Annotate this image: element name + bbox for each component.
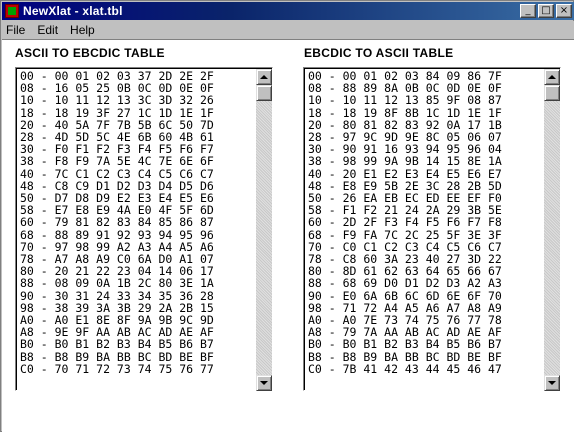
maximize-button[interactable]: □ bbox=[538, 4, 554, 18]
table-row[interactable]: 40 - 7C C1 C2 C3 C4 C5 C6 C7 bbox=[20, 167, 256, 179]
ascii-to-ebcdic-list[interactable]: 00 - 00 01 02 03 37 2D 2E 2F 08 - 16 05 2… bbox=[20, 70, 256, 390]
table-row[interactable]: 10 - 10 11 12 13 3C 3D 32 26 bbox=[20, 94, 256, 106]
table-row[interactable]: 18 - 18 19 8F 8B 1C 1D 1E 1F bbox=[308, 106, 544, 118]
table-row[interactable]: 38 - 98 99 9A 9B 14 15 8E 1A bbox=[308, 155, 544, 167]
ascii-to-ebcdic-title: ASCII TO EBCDIC TABLE bbox=[15, 46, 165, 60]
ebcdic-to-ascii-frame: 00 - 00 01 02 03 84 09 86 7F 08 - 88 89 8… bbox=[304, 68, 560, 391]
ebcdic-to-ascii-scrollbar[interactable] bbox=[544, 69, 560, 391]
scroll-down-button[interactable] bbox=[544, 375, 560, 391]
close-button[interactable]: × bbox=[556, 4, 572, 18]
arrow-down-icon bbox=[548, 381, 556, 385]
scroll-down-button[interactable] bbox=[256, 375, 272, 391]
app-window: NewXlat - xlat.tbl _ □ × File Edit Help … bbox=[0, 0, 574, 432]
ebcdic-to-ascii-title: EBCDIC TO ASCII TABLE bbox=[304, 46, 454, 60]
scroll-thumb[interactable] bbox=[256, 85, 272, 101]
table-row[interactable]: C0 - 70 71 72 73 74 75 76 77 bbox=[20, 363, 256, 375]
menu-edit[interactable]: Edit bbox=[31, 23, 64, 37]
table-row[interactable]: C0 - 7B 41 42 43 44 45 46 47 bbox=[308, 363, 544, 375]
client-area: ASCII TO EBCDIC TABLE EBCDIC TO ASCII TA… bbox=[2, 39, 574, 432]
scroll-up-button[interactable] bbox=[544, 69, 560, 85]
table-row[interactable]: 68 - F9 FA 7C 2C 25 5F 3E 3F bbox=[308, 228, 544, 240]
table-row[interactable]: 10 - 10 11 12 13 85 9F 08 87 bbox=[308, 94, 544, 106]
table-row[interactable]: B0 - B0 B1 B2 B3 B4 B5 B6 B7 bbox=[20, 338, 256, 350]
ebcdic-to-ascii-list[interactable]: 00 - 00 01 02 03 84 09 86 7F 08 - 88 89 8… bbox=[308, 70, 544, 390]
app-icon[interactable] bbox=[5, 4, 19, 18]
scroll-thumb[interactable] bbox=[544, 85, 560, 101]
arrow-up-icon bbox=[260, 75, 268, 79]
ascii-to-ebcdic-frame: 00 - 00 01 02 03 37 2D 2E 2F 08 - 16 05 2… bbox=[16, 68, 272, 391]
table-row[interactable]: 88 - 08 09 0A 1B 2C 80 3E 1A bbox=[20, 277, 256, 289]
table-row[interactable]: 60 - 79 81 82 83 84 85 86 87 bbox=[20, 216, 256, 228]
window-title: NewXlat - xlat.tbl bbox=[23, 4, 123, 18]
window-controls: _ □ × bbox=[518, 4, 572, 18]
arrow-up-icon bbox=[548, 75, 556, 79]
ebcdic-to-ascii-panel: 00 - 00 01 02 03 84 09 86 7F 08 - 88 89 8… bbox=[303, 67, 561, 391]
table-row[interactable]: 40 - 20 E1 E2 E3 E4 E5 E6 E7 bbox=[308, 167, 544, 179]
table-row[interactable]: 38 - F8 F9 7A 5E 4C 7E 6E 6F bbox=[20, 155, 256, 167]
table-row[interactable]: 68 - 88 89 91 92 93 94 95 96 bbox=[20, 228, 256, 240]
ascii-to-ebcdic-scrollbar[interactable] bbox=[256, 69, 272, 391]
table-row[interactable]: 60 - 2D 2F F3 F4 F5 F6 F7 F8 bbox=[308, 216, 544, 228]
table-row[interactable]: B0 - B0 B1 B2 B3 B4 B5 B6 B7 bbox=[308, 338, 544, 350]
minimize-button[interactable]: _ bbox=[520, 4, 536, 18]
table-row[interactable]: 18 - 18 19 3F 27 1C 1D 1E 1F bbox=[20, 106, 256, 118]
menu-file[interactable]: File bbox=[2, 23, 31, 37]
menu-bar: File Edit Help bbox=[2, 21, 574, 39]
menu-help[interactable]: Help bbox=[64, 23, 101, 37]
title-bar[interactable]: NewXlat - xlat.tbl _ □ × bbox=[2, 2, 574, 20]
table-row[interactable]: 88 - 68 69 D0 D1 D2 D3 A2 A3 bbox=[308, 277, 544, 289]
ascii-to-ebcdic-panel: 00 - 00 01 02 03 37 2D 2E 2F 08 - 16 05 2… bbox=[15, 67, 273, 391]
arrow-down-icon bbox=[260, 381, 268, 385]
scroll-up-button[interactable] bbox=[256, 69, 272, 85]
